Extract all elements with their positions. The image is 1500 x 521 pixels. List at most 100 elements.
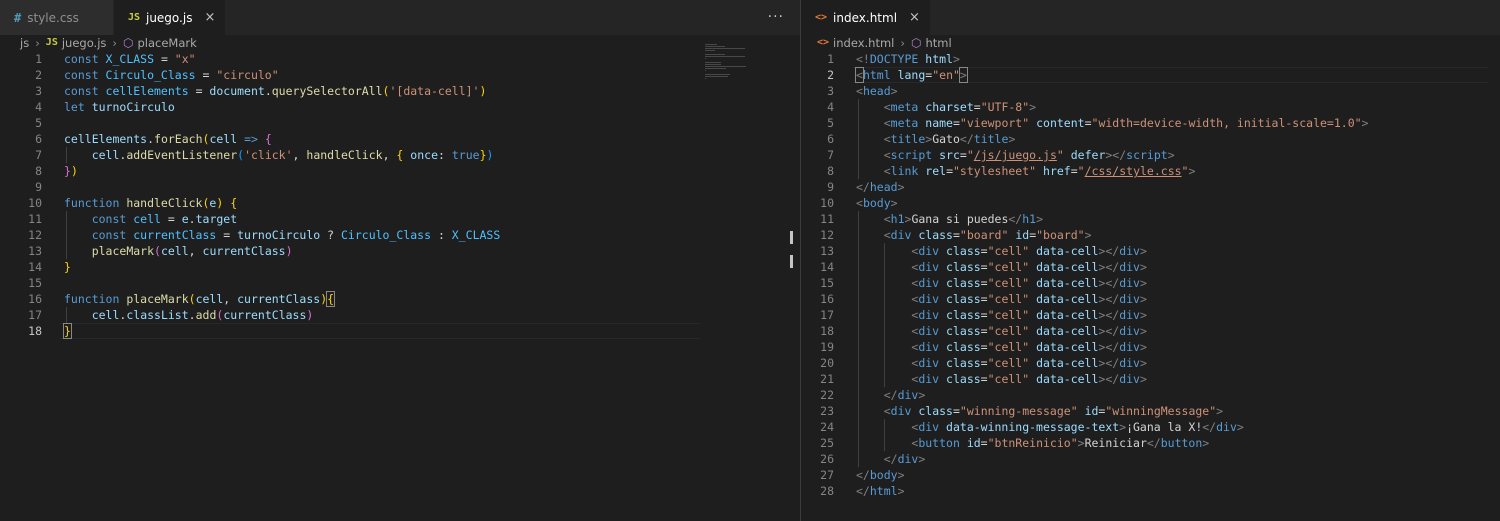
code-line[interactable]: 2 <html lang="en"> [801,67,1500,83]
vertical-scrollbar[interactable] [784,35,798,521]
code-line[interactable]: 10 function handleClick(e) { [0,195,800,211]
code-line[interactable]: 5 [0,115,800,131]
line-number: 20 [820,356,834,370]
code-line[interactable]: 15 [0,275,800,291]
code-line[interactable]: 24 <div data-winning-message-text>¡Gana … [801,419,1500,435]
code-line[interactable]: 9 </head> [801,179,1500,195]
code-line[interactable]: 14 <div class="cell" data-cell></div> [801,259,1500,275]
code-text: <div class="cell" data-cell></div> [911,292,1147,306]
line-number: 19 [820,340,834,354]
breadcrumb-symbol[interactable]: placeMark [137,36,196,50]
code-line[interactable]: 9 [0,179,800,195]
line-number: 7 [827,148,834,162]
minimap[interactable] [703,44,763,84]
code-text: <div class="cell" data-cell></div> [911,276,1147,290]
code-line[interactable]: 11 const cell = e.target [0,211,800,227]
code-line[interactable]: 5 <meta name="viewport" content="width=d… [801,115,1500,131]
code-line[interactable]: 2 const Circulo_Class = "circulo" [0,67,800,83]
code-line[interactable]: 17 cell.classList.add(currentClass) [0,307,800,323]
code-line[interactable]: 14} [0,259,800,275]
code-line[interactable]: 15 <div class="cell" data-cell></div> [801,275,1500,291]
code-line[interactable]: 1 const X_CLASS = "x" [0,51,800,67]
code-text: <div class="cell" data-cell></div> [911,356,1147,370]
code-line[interactable]: 10 <body> [801,195,1500,211]
code-line[interactable]: 4 let turnoCirculo [0,99,800,115]
code-line[interactable]: 7 cell.addEventListener('click', handleC… [0,147,800,163]
code-line[interactable]: 12 const currentClass = turnoCirculo ? C… [0,227,800,243]
html-file-icon: <> [817,37,830,48]
line-number: 6 [827,132,834,146]
tab-style-css[interactable]: # style.css [0,0,114,35]
breadcrumb: js › JS juego.js › ⬡ placeMark [0,35,800,50]
code-text: <button id="btnReinicio">Reiniciar</butt… [911,436,1210,450]
js-file-icon: JS [45,37,58,48]
code-line[interactable]: 19 <div class="cell" data-cell></div> [801,339,1500,355]
code-editor-right[interactable]: 1 <!DOCTYPE html> 2 <html lang="en"> 3 <head>… [801,51,1500,521]
more-actions-icon[interactable]: ··· [768,9,784,25]
close-icon[interactable]: × [204,10,215,25]
line-number: 22 [820,388,834,402]
breadcrumb-file[interactable]: juego.js [62,36,107,50]
code-line[interactable]: 6 cellElements.forEach(cell => { [0,131,800,147]
breadcrumb-symbol[interactable]: html [925,36,951,50]
code-editor-left[interactable]: 1 const X_CLASS = "x" 2 const Circulo_Class… [0,51,800,521]
code-text: <div class="cell" data-cell></div> [911,260,1147,274]
code-text: <div class="cell" data-cell></div> [911,308,1147,322]
code-line[interactable]: 26 </div> [801,451,1500,467]
tab-label: index.html [833,10,898,25]
code-line[interactable]: 20 <div class="cell" data-cell></div> [801,355,1500,371]
code-line[interactable]: 22 </div> [801,387,1500,403]
code-line[interactable]: 7 <script src="/js/juego.js" defer></scr… [801,147,1500,163]
code-line[interactable]: 21 <div class="cell" data-cell></div> [801,371,1500,387]
code-text: function handleClick(e) { [64,196,238,210]
scroll-marker [790,255,793,268]
line-number: 9 [35,180,42,194]
code-text: cell.classList.add(currentClass) [91,308,314,322]
editor-group-right: <> index.html × <> index.html › ⬡ html 1… [801,0,1500,521]
tab-bar-left: # style.css JS juego.js × ··· [0,0,800,35]
code-line[interactable]: 25 <button id="btnReinicio">Reiniciar</b… [801,435,1500,451]
code-text: </html> [856,484,905,498]
code-text: function placeMark(cell, currentClass){ [64,291,336,307]
minimap-line [705,68,726,69]
line-number: 25 [820,436,834,450]
html-file-icon: <> [815,12,828,23]
chevron-right-icon: › [35,35,40,50]
vertical-scrollbar-right[interactable] [1493,51,1500,521]
code-line[interactable]: 13 placeMark(cell, currentClass) [0,243,800,259]
code-text: <div class="board" id="board"> [883,228,1092,242]
code-text: <div data-winning-message-text>¡Gana la … [911,420,1244,434]
code-text: </body> [856,468,905,482]
code-line[interactable]: 4 <meta charset="UTF-8"> [801,99,1500,115]
code-line[interactable]: 27 </body> [801,467,1500,483]
minimap-line [705,56,745,57]
code-line[interactable]: 16 <div class="cell" data-cell></div> [801,291,1500,307]
code-line[interactable]: 1 <!DOCTYPE html> [801,51,1500,67]
code-line[interactable]: 8}) [0,163,800,179]
tab-juego-js[interactable]: JS juego.js × [113,0,227,35]
code-line[interactable]: 3 const cellElements = document.querySele… [0,83,800,99]
line-number: 4 [35,100,42,114]
code-text: <div class="cell" data-cell></div> [911,372,1147,386]
code-line[interactable]: 13 <div class="cell" data-cell></div> [801,243,1500,259]
code-line[interactable]: 23 <div class="winning-message" id="winn… [801,403,1500,419]
code-line[interactable]: 8 <link rel="stylesheet" href="/css/styl… [801,163,1500,179]
code-line[interactable]: 17 <div class="cell" data-cell></div> [801,307,1500,323]
code-line[interactable]: 18} [0,323,800,339]
minimap-line [705,62,721,63]
line-number: 8 [827,164,834,178]
breadcrumb-folder[interactable]: js [20,36,29,50]
code-line[interactable]: 12 <div class="board" id="board"> [801,227,1500,243]
line-number: 4 [827,100,834,114]
code-line[interactable]: 28 </html> [801,483,1500,499]
breadcrumb-file[interactable]: index.html [833,36,894,50]
code-line[interactable]: 18 <div class="cell" data-cell></div> [801,323,1500,339]
line-number: 10 [28,196,42,210]
code-line[interactable]: 11 <h1>Gana si puedes</h1> [801,211,1500,227]
breadcrumb: <> index.html › ⬡ html [801,35,1500,50]
code-line[interactable]: 16 function placeMark(cell, currentClass)… [0,291,800,307]
code-line[interactable]: 6 <title>Gato</title> [801,131,1500,147]
code-line[interactable]: 3 <head> [801,83,1500,99]
tab-index-html[interactable]: <> index.html × [801,0,931,35]
close-icon[interactable]: × [909,10,920,25]
